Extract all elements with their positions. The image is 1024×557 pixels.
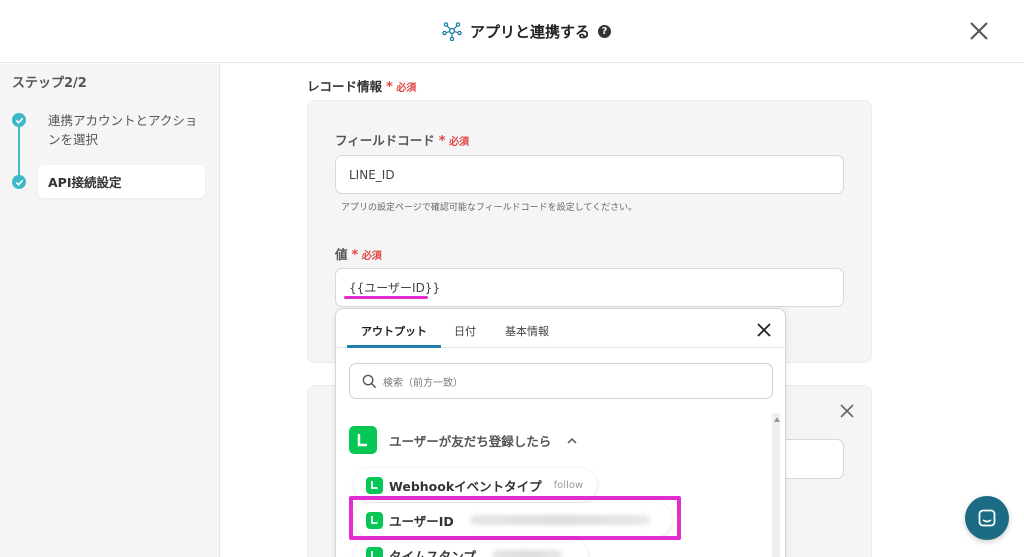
- required-badge: * 必須: [351, 248, 382, 263]
- header-title-group: アプリと連携する ?: [442, 20, 612, 42]
- required-badge: * 必須: [386, 80, 417, 95]
- remove-field-icon[interactable]: [839, 403, 855, 419]
- line-app-icon: [366, 546, 383, 557]
- required-text: 必須: [396, 83, 417, 94]
- help-icon[interactable]: ?: [598, 24, 612, 38]
- field-code-input-2[interactable]: [786, 439, 844, 479]
- output-item-timestamp[interactable]: タイムスタンプ: [354, 540, 588, 557]
- modal-header: アプリと連携する ?: [0, 0, 1024, 63]
- field-code-value: LINE_ID: [349, 167, 395, 182]
- close-picker-icon[interactable]: [756, 322, 772, 338]
- tab-date[interactable]: 日付: [454, 323, 476, 339]
- chat-icon: [978, 509, 996, 527]
- line-app-icon: [366, 476, 383, 494]
- sidebar-step-2[interactable]: API接続設定: [38, 165, 205, 198]
- support-chat-button[interactable]: [965, 496, 1009, 540]
- step-check-icon: [12, 175, 26, 189]
- step-connector-line: [18, 120, 20, 182]
- line-app-icon: [349, 426, 377, 454]
- required-text: 必須: [361, 251, 382, 262]
- value-label: 値 * 必須: [335, 244, 382, 263]
- record-info-title: レコード情報 * 必須: [307, 76, 416, 95]
- redacted-sample-value: [491, 550, 562, 557]
- output-item-label: タイムスタンプ: [389, 548, 476, 557]
- output-item-sample: follow: [553, 479, 584, 491]
- picker-search-input[interactable]: 検索（前方一致）: [349, 363, 773, 399]
- trigger-group-header[interactable]: ユーザーが友だち登録したら: [349, 426, 577, 454]
- highlight-box: [349, 496, 681, 540]
- scroll-up-arrow-icon[interactable]: [774, 417, 780, 422]
- tab-basic-info[interactable]: 基本情報: [505, 323, 549, 339]
- search-icon: [362, 374, 377, 388]
- field-code-label-text: フィールドコード: [335, 133, 435, 148]
- value-input[interactable]: {{ユーザーID}}: [335, 268, 844, 307]
- field-code-hint: アプリの設定ページで確認可能なフィールドコードを設定してください。: [341, 203, 638, 213]
- value-input-value: {{ユーザーID}}: [349, 281, 441, 295]
- search-placeholder: 検索（前方一致）: [383, 377, 463, 389]
- required-badge: * 必須: [438, 134, 470, 149]
- field-code-input[interactable]: LINE_ID: [335, 155, 844, 194]
- highlight-underline: [344, 296, 428, 299]
- step-sidebar: ステップ2/2 連携アカウントとアクションを選択 API接続設定: [0, 64, 220, 557]
- picker-tabs: アウトプット 日付 基本情報: [336, 309, 785, 348]
- step-check-icon: [12, 113, 26, 127]
- sidebar-step-1[interactable]: 連携アカウントとアクションを選択: [48, 111, 198, 149]
- output-item-label: Webhookイベントタイプ: [389, 478, 542, 494]
- close-modal-icon[interactable]: [968, 20, 990, 42]
- integration-hub-icon: [442, 22, 462, 41]
- picker-scrollbar[interactable]: [772, 413, 780, 557]
- section-title-text: レコード情報: [307, 79, 383, 94]
- trigger-group-title: ユーザーが友だち登録したら: [389, 433, 552, 449]
- step-counter: ステップ2/2: [12, 76, 87, 91]
- active-tab-indicator: [347, 345, 441, 348]
- field-code-label: フィールドコード * 必須: [335, 130, 469, 149]
- value-label-text: 値: [335, 247, 348, 262]
- required-text: 必須: [449, 137, 470, 148]
- page-title: アプリと連携する: [470, 22, 591, 41]
- chevron-up-icon: [567, 437, 577, 444]
- tab-output[interactable]: アウトプット: [361, 323, 427, 339]
